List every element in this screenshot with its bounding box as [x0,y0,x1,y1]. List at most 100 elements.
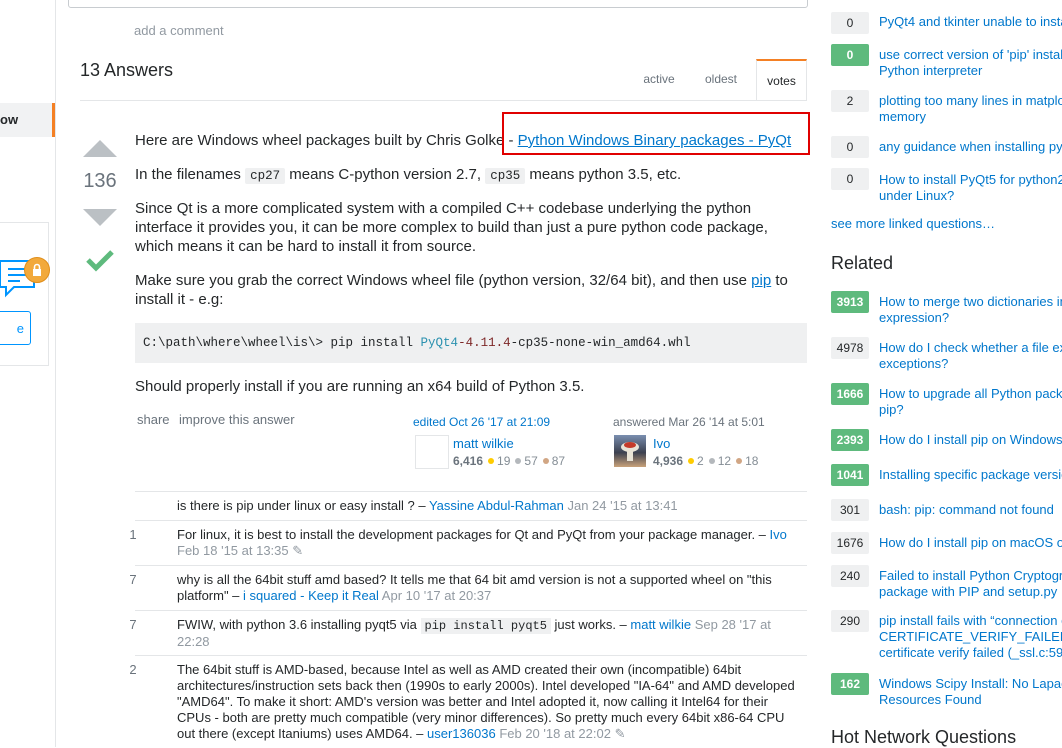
comment: FWIW, with python 3.6 installing pyqt5 v… [177,617,802,650]
comment-user-link[interactable]: i squared - Keep it Real [243,588,379,603]
related-question[interactable]: 301 bash: pip: command not found [831,499,1062,521]
question-link[interactable]: pip install fails with “connection e CERT… [879,613,1062,661]
question-score: 2 [831,90,869,112]
related-question[interactable]: 1666 How to upgrade all Python packa pip? [831,383,1062,419]
comment-score: 7 [129,617,137,632]
see-more-linked-link[interactable]: see more linked questions… [831,216,995,231]
question-score: 0 [831,136,869,158]
question-title: Python interpreter [879,63,983,78]
question-link[interactable]: bash: pip: command not found [879,502,1062,518]
teams-promo: e [0,222,50,366]
editor-name[interactable]: matt wilkie [453,436,514,451]
pip-link[interactable]: pip [751,272,771,289]
silver-count: 12 [717,454,732,468]
question-link[interactable]: plotting too many lines in matplo memory [879,93,1062,125]
comment: The 64bit stuff is AMD-based, because In… [177,662,802,742]
tab-oldest[interactable]: oldest [692,59,750,100]
avatar[interactable] [415,435,449,469]
linked-question[interactable]: 2 plotting too many lines in matplo memor… [831,90,1062,126]
related-question[interactable]: 4978 How do I check whether a file exi ex… [831,337,1062,373]
question-score: 301 [831,499,869,521]
answer-paragraph-5: Should properly install if you are runni… [135,378,585,395]
question-link[interactable]: Windows Scipy Install: No Lapac Resources… [879,676,1062,708]
improve-answer-link[interactable]: improve this answer [179,412,295,427]
question-link[interactable]: PyQt4 and tkinter unable to insta [879,14,1062,30]
related-question[interactable]: 1041 Installing specific package versio [831,464,1062,486]
author-reputation: 4,936 2 12 18 [653,453,758,468]
related-question[interactable]: 1676 How do I install pip on macOS o [831,532,1062,554]
comment-user-link[interactable]: matt wilkie [630,617,691,632]
question-score: 290 [831,610,869,632]
question-title: under Linux? [879,188,955,203]
paragraph-text: Here are Windows wheel packages built by… [135,132,518,149]
answers-count: 13 Answers [80,60,174,80]
add-comment-link[interactable]: add a comment [134,23,224,38]
share-link[interactable]: share [137,412,170,427]
editor-reputation: 6,416 19 57 87 [453,453,565,468]
code-text: -cp35-none-win_amd64.whl [510,336,691,350]
comment-date: Apr 10 '17 at 20:37 [381,588,492,603]
comment-user-link[interactable]: Ivo [770,527,787,542]
comment-date: Feb 18 '15 at 13:35 [177,543,289,558]
gold-count: 2 [697,454,704,468]
comment-text: is there is pip under linux or easy inst… [177,498,429,513]
question-title: How do I check whether a file exi [879,340,1062,355]
linked-question[interactable]: 0 any guidance when installing pyt [831,136,1062,158]
comment-score: 2 [129,662,137,677]
edited-timestamp[interactable]: edited Oct 26 '17 at 21:09 [413,415,550,429]
author-card: answered Mar 26 '14 at 5:01 Ivo 4,936 2 12… [613,415,807,470]
avatar[interactable] [614,435,646,467]
comment: why is all the 64bit stuff amd based? It… [177,572,802,604]
question-title: certificate verify failed (_ssl.c:59 [879,645,1062,660]
divider [80,100,807,101]
question-link[interactable]: How do I install pip on macOS o [879,535,1062,551]
divider [135,655,807,656]
search-input[interactable] [68,0,808,8]
accepted-check-icon [86,248,114,275]
question-title: Failed to install Python Cryptogr [879,568,1062,583]
divider [135,610,807,611]
pencil-icon: ✎ [614,726,626,741]
linked-question[interactable]: 0 PyQt4 and tkinter unable to insta [831,12,1062,34]
related-question[interactable]: 162 Windows Scipy Install: No Lapac Resou… [831,673,1062,709]
tab-active[interactable]: active [630,59,688,100]
bronze-count: 18 [745,454,759,468]
question-link[interactable]: How do I check whether a file exi excepti… [879,340,1062,372]
question-title: pip install fails with “connection e [879,613,1062,628]
related-question[interactable]: 3913 How to merge two dictionaries in exp… [831,291,1062,327]
question-link[interactable]: Failed to install Python Cryptogr package… [879,568,1062,600]
bronze-badge-icon [736,458,743,465]
question-link[interactable]: use correct version of 'pip' instal Pytho… [879,47,1062,79]
question-score: 0 [831,44,869,66]
comment-text: just works. – [550,617,631,632]
upvote-arrow-icon[interactable] [83,140,117,157]
question-link[interactable]: any guidance when installing pyt [879,139,1062,155]
tab-votes[interactable]: votes [756,59,807,100]
comment-user-link[interactable]: user136036 [427,726,496,741]
linked-question[interactable]: 0 use correct version of 'pip' instal Pyt… [831,44,1062,80]
gold-badge-icon [488,458,495,465]
related-question[interactable]: 2393 How do I install pip on Windows? [831,429,1062,451]
reputation-score: 4,936 [653,454,684,468]
divider [135,565,807,566]
linked-question[interactable]: 0 How to install PyQt5 for python2 under … [831,168,1062,204]
gold-count: 19 [497,454,511,468]
question-link[interactable]: How to merge two dictionaries in expressi… [879,294,1062,326]
inline-code: cp35 [485,168,526,184]
question-link[interactable]: How to install PyQt5 for python2 under Li… [879,172,1062,204]
question-link[interactable]: Installing specific package versio [879,467,1062,483]
comment-user-link[interactable]: Yassine Abdul-Rahman [429,498,564,513]
downvote-arrow-icon[interactable] [83,209,117,226]
question-score: 1676 [831,532,869,554]
related-question[interactable]: 240 Failed to install Python Cryptogr pac… [831,565,1062,601]
paragraph-text: In the filenames [135,166,246,183]
bronze-count: 87 [551,454,566,468]
teams-button[interactable]: e [0,311,31,345]
author-name[interactable]: Ivo [653,436,670,451]
question-link[interactable]: How do I install pip on Windows? [879,432,1062,448]
nav-item-active[interactable]: ow [0,103,55,137]
question-title: How to upgrade all Python packa [879,386,1062,401]
question-link[interactable]: How to upgrade all Python packa pip? [879,386,1062,418]
related-heading: Related [831,253,894,273]
related-question[interactable]: 290 pip install fails with “connection e… [831,610,1062,662]
